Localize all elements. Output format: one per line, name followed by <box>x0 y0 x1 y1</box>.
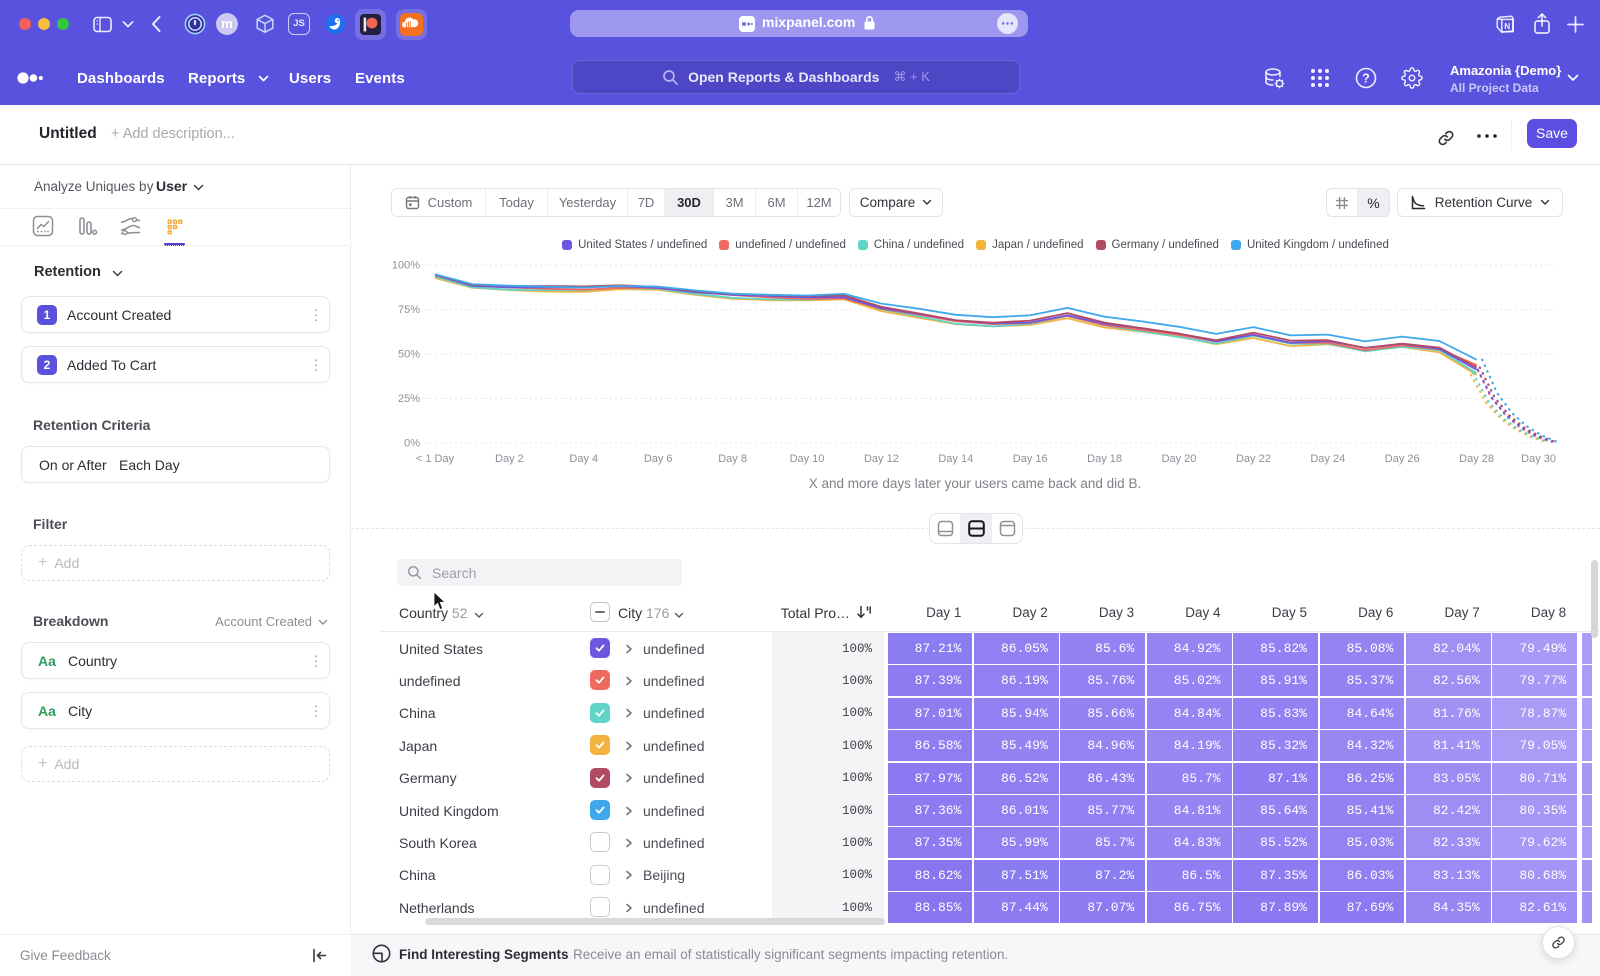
svg-text:Day 2: Day 2 <box>495 453 524 465</box>
svg-text:0%: 0% <box>404 438 420 450</box>
svg-text:Day 28: Day 28 <box>1459 453 1494 465</box>
svg-text:75%: 75% <box>398 304 420 316</box>
svg-text:Day 12: Day 12 <box>864 453 899 465</box>
svg-text:Day 6: Day 6 <box>644 453 673 465</box>
svg-text:N: N <box>1504 22 1510 31</box>
svg-text:Day 10: Day 10 <box>790 453 825 465</box>
svg-text:100%: 100% <box>392 260 420 272</box>
svg-text:Day 24: Day 24 <box>1310 453 1345 465</box>
svg-text:Day 14: Day 14 <box>938 453 973 465</box>
svg-text:Day 16: Day 16 <box>1013 453 1048 465</box>
svg-text:X and more days later your use: X and more days later your users came ba… <box>809 476 1141 491</box>
svg-text:Day 18: Day 18 <box>1087 453 1122 465</box>
svg-text:Day 8: Day 8 <box>718 453 747 465</box>
svg-text:Day 4: Day 4 <box>569 453 598 465</box>
svg-text:?: ? <box>1362 71 1370 85</box>
svg-text:Day 22: Day 22 <box>1236 453 1271 465</box>
svg-text:50%: 50% <box>398 349 420 361</box>
svg-text:25%: 25% <box>398 393 420 405</box>
svg-text:Day 30: Day 30 <box>1521 453 1556 465</box>
svg-text:< 1 Day: < 1 Day <box>416 453 455 465</box>
svg-text:Day 26: Day 26 <box>1385 453 1420 465</box>
svg-text:Day 20: Day 20 <box>1162 453 1197 465</box>
